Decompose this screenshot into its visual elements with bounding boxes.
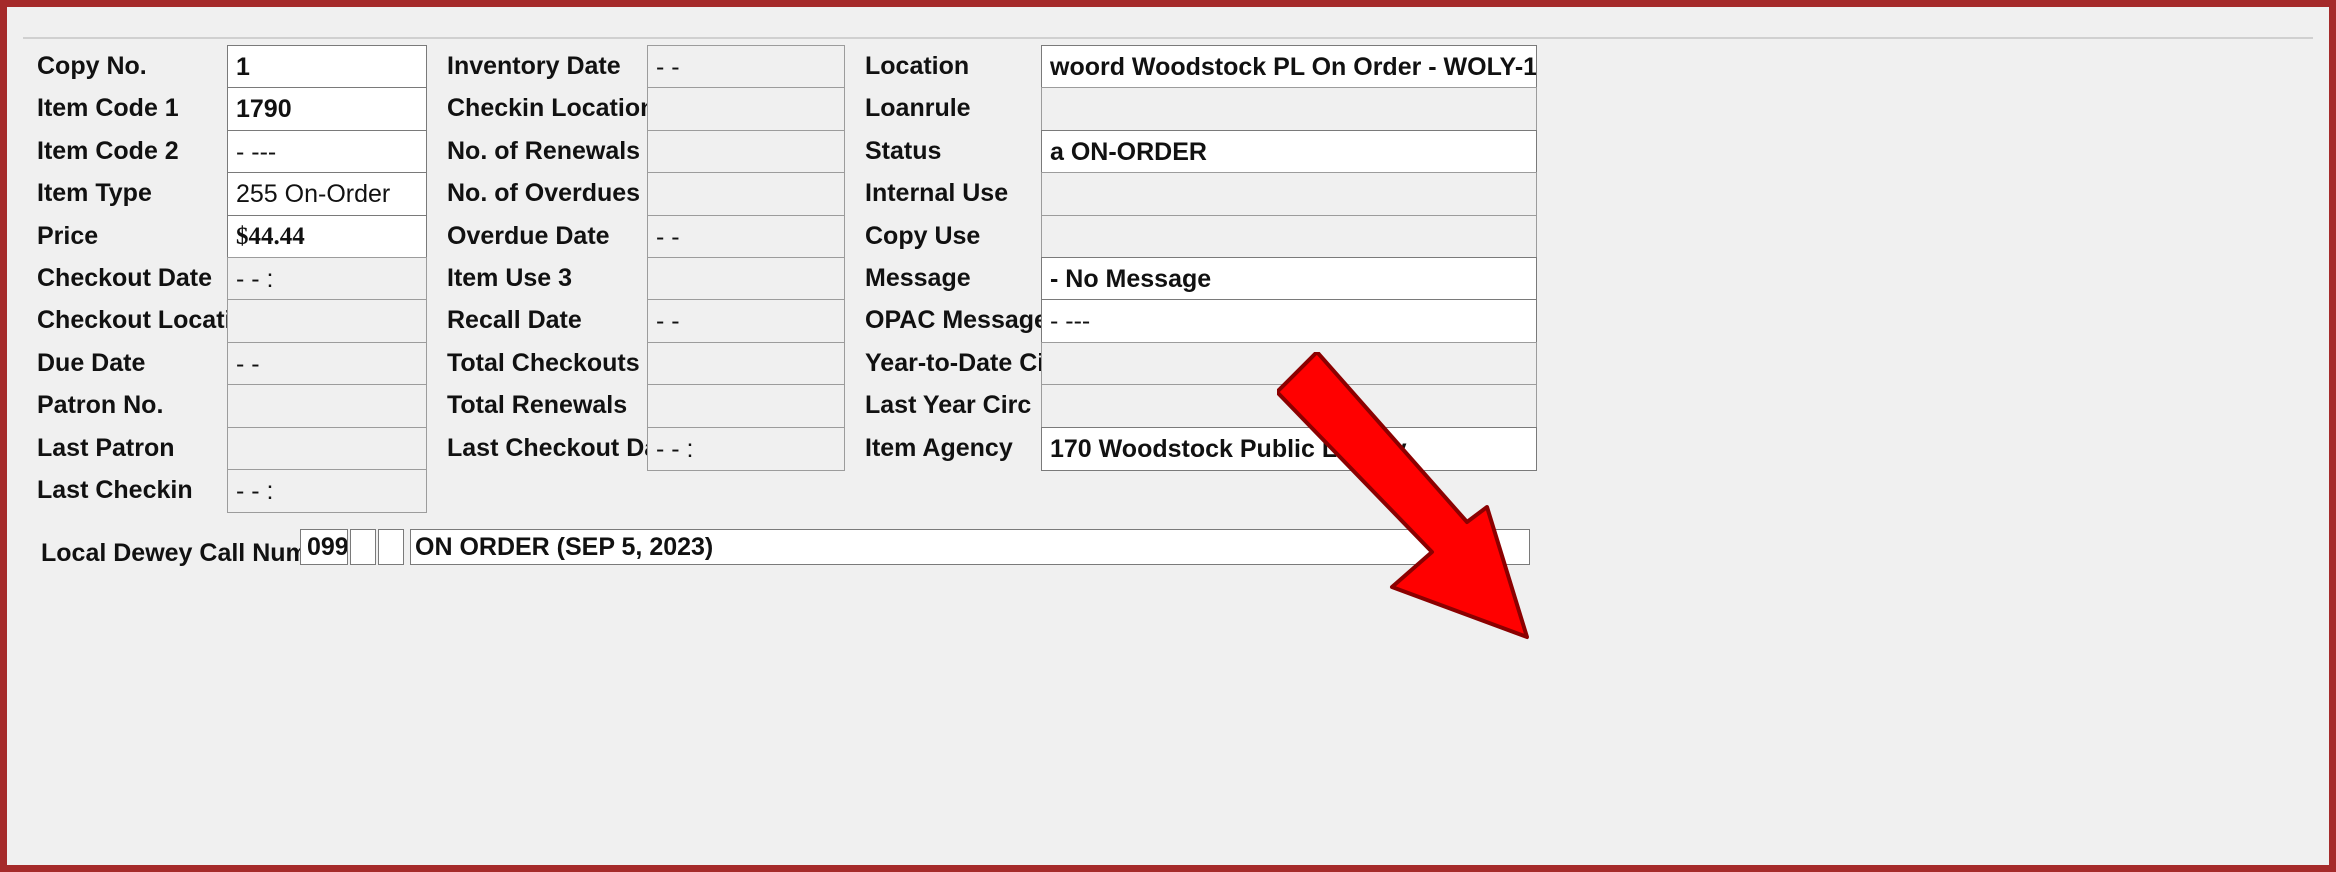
price-label: Price [37,221,99,250]
inventory-date-label: Inventory Date [447,52,621,80]
due-date-label: Due Date [37,348,146,377]
last-checkout-date-field[interactable]: - - : [647,426,845,471]
copy-use-field[interactable] [1041,214,1537,259]
checkout-date-field[interactable]: - - : [227,257,427,301]
call-number-subfield-1[interactable] [350,529,376,565]
status-label: Status [865,136,942,165]
no-of-renewals-field[interactable] [647,129,845,174]
price-field[interactable]: $44.44 [227,214,427,259]
year-to-date-circ-label: Year-to-Date Circ [865,348,1068,377]
loanrule-label: Loanrule [865,94,971,123]
message-field[interactable]: - No Message [1041,257,1537,301]
no-of-renewals-label: No. of Renewals [447,136,641,165]
call-number-class-field[interactable]: 099 [300,529,348,565]
total-checkouts-label: Total Checkouts [447,348,640,377]
no-of-overdues-field[interactable] [647,172,845,217]
total-checkouts-field[interactable] [647,341,845,386]
last-checkin-field[interactable]: - - : [227,469,427,513]
opac-message-field[interactable]: - --- [1041,299,1537,344]
item-code-2-label: Item Code 2 [37,136,179,165]
internal-use-field[interactable] [1041,172,1537,217]
checkin-location-label: Checkin Location [447,94,656,123]
divider [23,37,2313,39]
call-number-subfield-2[interactable] [378,529,404,565]
item-record-window: Copy No. 1 Item Code 1 1790 Item Code 2 - ---… [0,0,2336,872]
total-renewals-field[interactable] [647,384,845,429]
item-type-label: Item Type [37,179,152,208]
last-year-circ-label: Last Year Circ [865,391,1032,420]
no-of-overdues-label: No. of Overdues [447,179,641,208]
checkin-location-field[interactable] [647,87,845,132]
due-date-field[interactable]: - - [227,341,427,386]
patron-no-label: Patron No. [37,391,164,420]
item-use-3-label: Item Use 3 [447,264,573,292]
copy-no-label: Copy No. [37,52,147,80]
inventory-date-field[interactable]: - - [647,45,845,89]
copy-no-field[interactable]: 1 [227,45,427,89]
red-arrow-annotation [1277,352,1529,639]
checkout-location-field[interactable] [227,299,427,344]
location-label: Location [865,52,970,80]
opac-message-label: OPAC Message [865,306,1048,335]
overdue-date-field[interactable]: - - [647,214,845,259]
patron-no-field[interactable] [227,384,427,429]
item-agency-label: Item Agency [865,433,1013,462]
status-field[interactable]: a ON-ORDER [1041,129,1537,174]
last-checkout-date-label: Last Checkout Date [447,433,681,462]
internal-use-label: Internal Use [865,179,1009,208]
item-code-1-field[interactable]: 1790 [227,87,427,132]
checkout-date-label: Checkout Date [37,264,213,292]
recall-date-field[interactable]: - - [647,299,845,344]
loanrule-field[interactable] [1041,87,1537,132]
overdue-date-label: Overdue Date [447,221,610,250]
location-field[interactable]: woord Woodstock PL On Order - WOLY-11 [1041,45,1537,89]
item-code-2-field[interactable]: - --- [227,129,427,174]
item-code-1-label: Item Code 1 [37,94,179,123]
last-checkin-label: Last Checkin [37,476,193,504]
item-type-field[interactable]: 255 On-Order [227,172,427,217]
message-label: Message [865,264,971,292]
copy-use-label: Copy Use [865,221,981,250]
last-patron-label: Last Patron [37,433,175,462]
recall-date-label: Recall Date [447,306,582,335]
last-patron-field[interactable] [227,426,427,471]
total-renewals-label: Total Renewals [447,391,628,420]
item-use-3-field[interactable] [647,257,845,301]
